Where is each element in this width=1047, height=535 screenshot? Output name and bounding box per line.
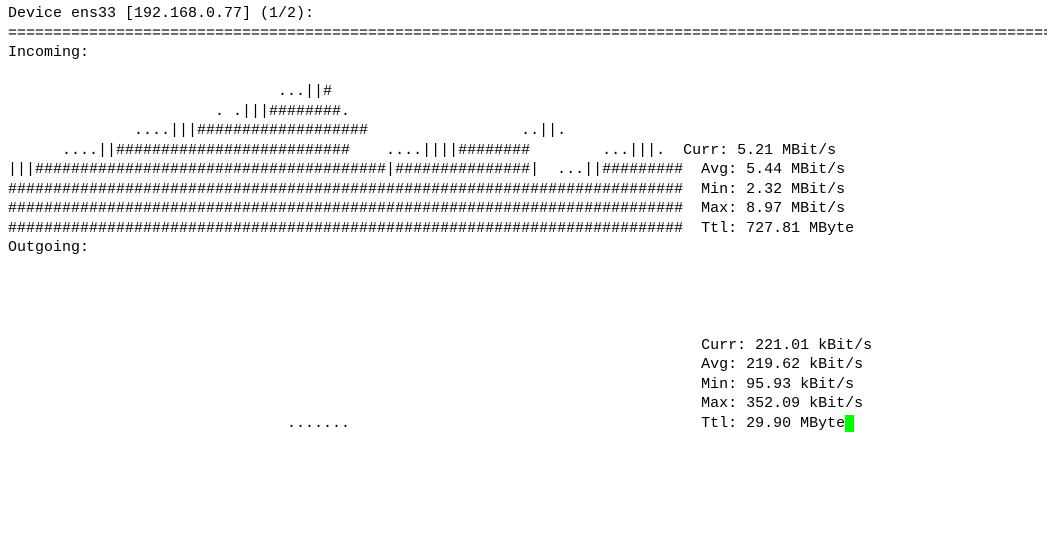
incoming-graph-row: ....||########################## ....|||…: [8, 142, 836, 159]
outgoing-label: Outgoing:: [8, 239, 89, 256]
device-header: Device ens33 [192.168.0.77] (1/2):: [8, 5, 314, 22]
divider-line: ========================================…: [8, 25, 1047, 42]
outgoing-graph-row: [8, 278, 674, 295]
blank-line: [8, 64, 17, 81]
incoming-graph-row: ...||#: [8, 83, 332, 100]
outgoing-avg: Avg: 219.62 kBit/s: [701, 356, 863, 373]
outgoing-graph-row: [8, 298, 674, 315]
incoming-avg: Avg: 5.44 MBit/s: [701, 161, 845, 178]
outgoing-graph-row: ....... Ttl: 29.90 MByte: [8, 415, 854, 432]
outgoing-graph-row: Avg: 219.62 kBit/s: [8, 356, 863, 373]
incoming-graph-row: ########################################…: [8, 220, 854, 237]
incoming-graph-row: ########################################…: [8, 181, 845, 198]
incoming-graph-row: ....|||################### ..||.: [8, 122, 566, 139]
blank-line: [8, 259, 17, 276]
outgoing-max: Max: 352.09 kBit/s: [701, 395, 863, 412]
outgoing-graph-row: Min: 95.93 kBit/s: [8, 376, 854, 393]
outgoing-ttl: Ttl: 29.90 MByte: [701, 415, 845, 432]
incoming-curr: Curr: 5.21 MBit/s: [683, 142, 836, 159]
incoming-graph-row: ########################################…: [8, 200, 845, 217]
incoming-graph-row: |||#####################################…: [8, 161, 845, 178]
outgoing-graph-row: [8, 317, 674, 334]
outgoing-graph-row: Curr: 221.01 kBit/s: [8, 337, 872, 354]
outgoing-graph-row: Max: 352.09 kBit/s: [8, 395, 863, 412]
incoming-ttl: Ttl: 727.81 MByte: [701, 220, 854, 237]
incoming-label: Incoming:: [8, 44, 89, 61]
terminal-cursor: [845, 415, 854, 432]
outgoing-curr: Curr: 221.01 kBit/s: [701, 337, 872, 354]
outgoing-min: Min: 95.93 kBit/s: [701, 376, 854, 393]
incoming-max: Max: 8.97 MBit/s: [701, 200, 845, 217]
incoming-min: Min: 2.32 MBit/s: [701, 181, 845, 198]
incoming-graph-row: . .|||########.: [8, 103, 350, 120]
